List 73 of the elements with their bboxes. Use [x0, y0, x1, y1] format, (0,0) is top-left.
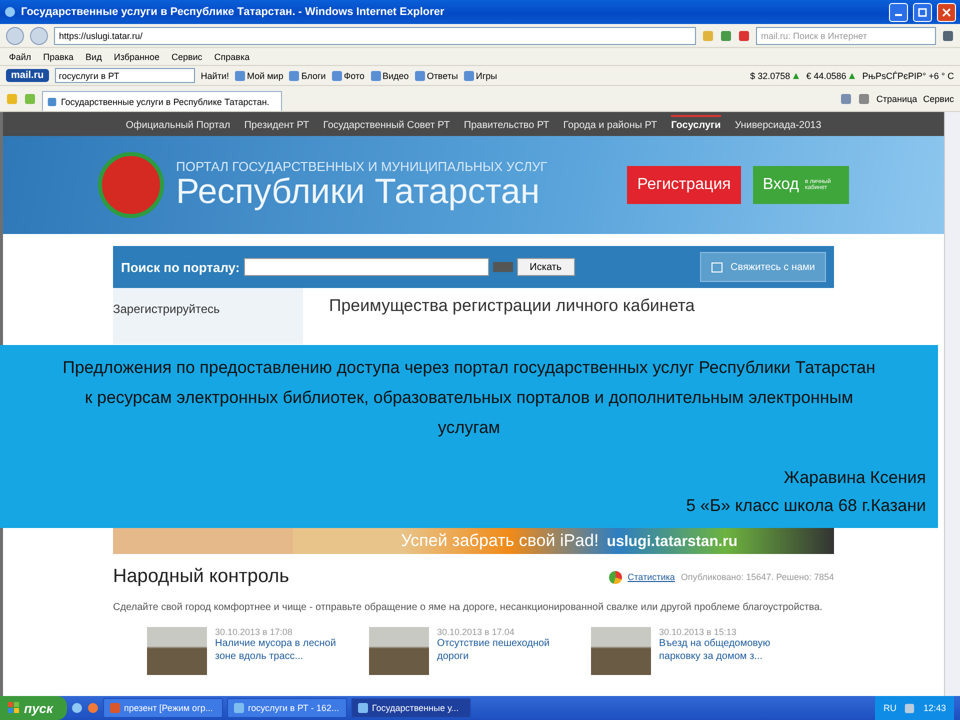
nav-link[interactable]: Официальный Портал	[126, 114, 230, 134]
news-date: 30.10.2013 в 17:08	[215, 627, 294, 637]
section-description: Сделайте свой город комфортнее и чище - отправьте обращение о яме на дороге, несанкционированной свалке или другой проблеме благоустройства.	[113, 601, 824, 615]
nav-link[interactable]: Универсиада-2013	[734, 114, 822, 134]
section-heading: Преимущества регистрации личного кабинета	[328, 295, 695, 317]
start-button[interactable]: пуск	[0, 696, 67, 720]
command-button[interactable]: Страница	[876, 94, 918, 104]
clock: 12:43	[923, 703, 946, 713]
browser-tab[interactable]: Государственные услуги в Республике Татарстан.	[42, 91, 282, 111]
news-link[interactable]: Наличие мусора в лесной зоне вдоль трасс...	[215, 638, 359, 663]
window-title: Государственные услуги в Республике Татарстан. - Windows Internet Explorer	[21, 6, 446, 18]
maximize-button[interactable]	[913, 2, 932, 22]
command-button[interactable]: Сервис	[923, 94, 954, 104]
taskbar-button[interactable]: презент [Режим огр...	[103, 698, 223, 718]
news-link[interactable]: Отсутствие пешеходной дороги	[437, 638, 581, 663]
caption-text: Предложения по предоставлению доступа через портал государственных услуг Республики Татарстан к ресурсам электронных библиотек, образовательных порталов и дополнительным электронным услугам	[62, 357, 876, 439]
taskbar-button[interactable]: Государственные у...	[351, 698, 471, 718]
toolbar-link[interactable]: Блоги	[289, 70, 326, 80]
currency-rate: $ 32.0758	[750, 70, 800, 80]
portal-subtitle: ПОРТАЛ ГОСУДАРСТВЕННЫХ И МУНИЦИПАЛЬНЫХ УСЛУГ	[176, 159, 548, 174]
toolbar-link[interactable]: Ответы	[414, 70, 458, 80]
menu-item[interactable]: Файл	[6, 52, 34, 62]
edit-icon	[710, 261, 725, 273]
portal-search-field[interactable]	[244, 258, 489, 276]
nav-link[interactable]: Президент РТ	[244, 114, 310, 134]
menu-item[interactable]: Избранное	[110, 52, 162, 62]
stats-text: Опубликовано: 15647. Решено: 7854	[680, 572, 834, 582]
menu-item[interactable]: Сервис	[168, 52, 206, 62]
nav-link[interactable]: Города и районы РТ	[563, 114, 658, 134]
pie-icon	[608, 570, 622, 584]
nav-link[interactable]: Государственный Совет РТ	[323, 114, 450, 134]
search-button[interactable]: Искать	[516, 258, 575, 276]
close-button[interactable]	[937, 2, 956, 22]
address-field[interactable]: https://uslugi.tatar.ru/	[54, 26, 696, 44]
currency-rate: € 44.0586	[806, 70, 856, 80]
news-date: 30.10.2013 в 15:13	[659, 627, 738, 637]
toolbar-link[interactable]: Игры	[464, 70, 498, 80]
windows-logo-icon	[8, 702, 20, 714]
up-arrow-icon	[848, 72, 856, 80]
photo-placeholder	[591, 627, 651, 675]
photo-placeholder	[369, 627, 429, 675]
toolbar-link[interactable]: Фото	[332, 70, 365, 80]
taskbar-button[interactable]: госуслуги в РТ - 162...	[227, 698, 347, 718]
weather-link[interactable]: РњРѕСЃРєРІР° +6 ° C	[862, 70, 954, 80]
news-date: 30.10.2013 в 17.04	[437, 627, 516, 637]
mail-logo: mail.ru	[6, 69, 49, 82]
menu-item[interactable]: Справка	[211, 52, 253, 62]
find-button[interactable]: Найти!	[200, 70, 229, 80]
search-label: Поиск по порталу:	[121, 260, 240, 274]
register-title: Зарегистрируйтесь	[113, 302, 220, 316]
author-class: 5 «Б» класс школа 68 г.Казани	[685, 495, 926, 517]
banner-slogan: Успей забрать свой iPad!	[401, 531, 599, 551]
photo-placeholder	[147, 627, 207, 675]
language-indicator: RU	[883, 703, 896, 713]
news-link[interactable]: Въезд на общедомовую парковку за домом з...	[659, 638, 803, 663]
toolbar-search-field[interactable]: госуслуги в РТ	[54, 68, 195, 83]
portal-title: Республики Татарстан	[176, 174, 541, 211]
section-title: Народный контроль	[113, 566, 290, 588]
minimize-icon	[895, 14, 902, 16]
toolbar-link[interactable]: Видео	[370, 70, 409, 80]
menu-item[interactable]: Вид	[82, 52, 105, 62]
toolbar-link[interactable]: Мой мир	[234, 70, 284, 80]
author-name: Жаравина Ксения	[782, 467, 926, 489]
maximize-icon	[918, 8, 927, 16]
nav-link[interactable]: Правительство РТ	[464, 114, 550, 134]
up-arrow-icon	[792, 72, 800, 80]
statistics-link[interactable]: Статистика	[628, 572, 675, 582]
menu-item[interactable]: Правка	[40, 52, 77, 62]
nav-link[interactable]: Госуслуги	[671, 114, 721, 134]
close-icon	[942, 8, 951, 16]
minimize-button[interactable]	[889, 2, 908, 22]
banner-site: uslugi.tatarstan.ru	[606, 532, 738, 550]
register-button[interactable]: Регистрация	[627, 166, 741, 204]
